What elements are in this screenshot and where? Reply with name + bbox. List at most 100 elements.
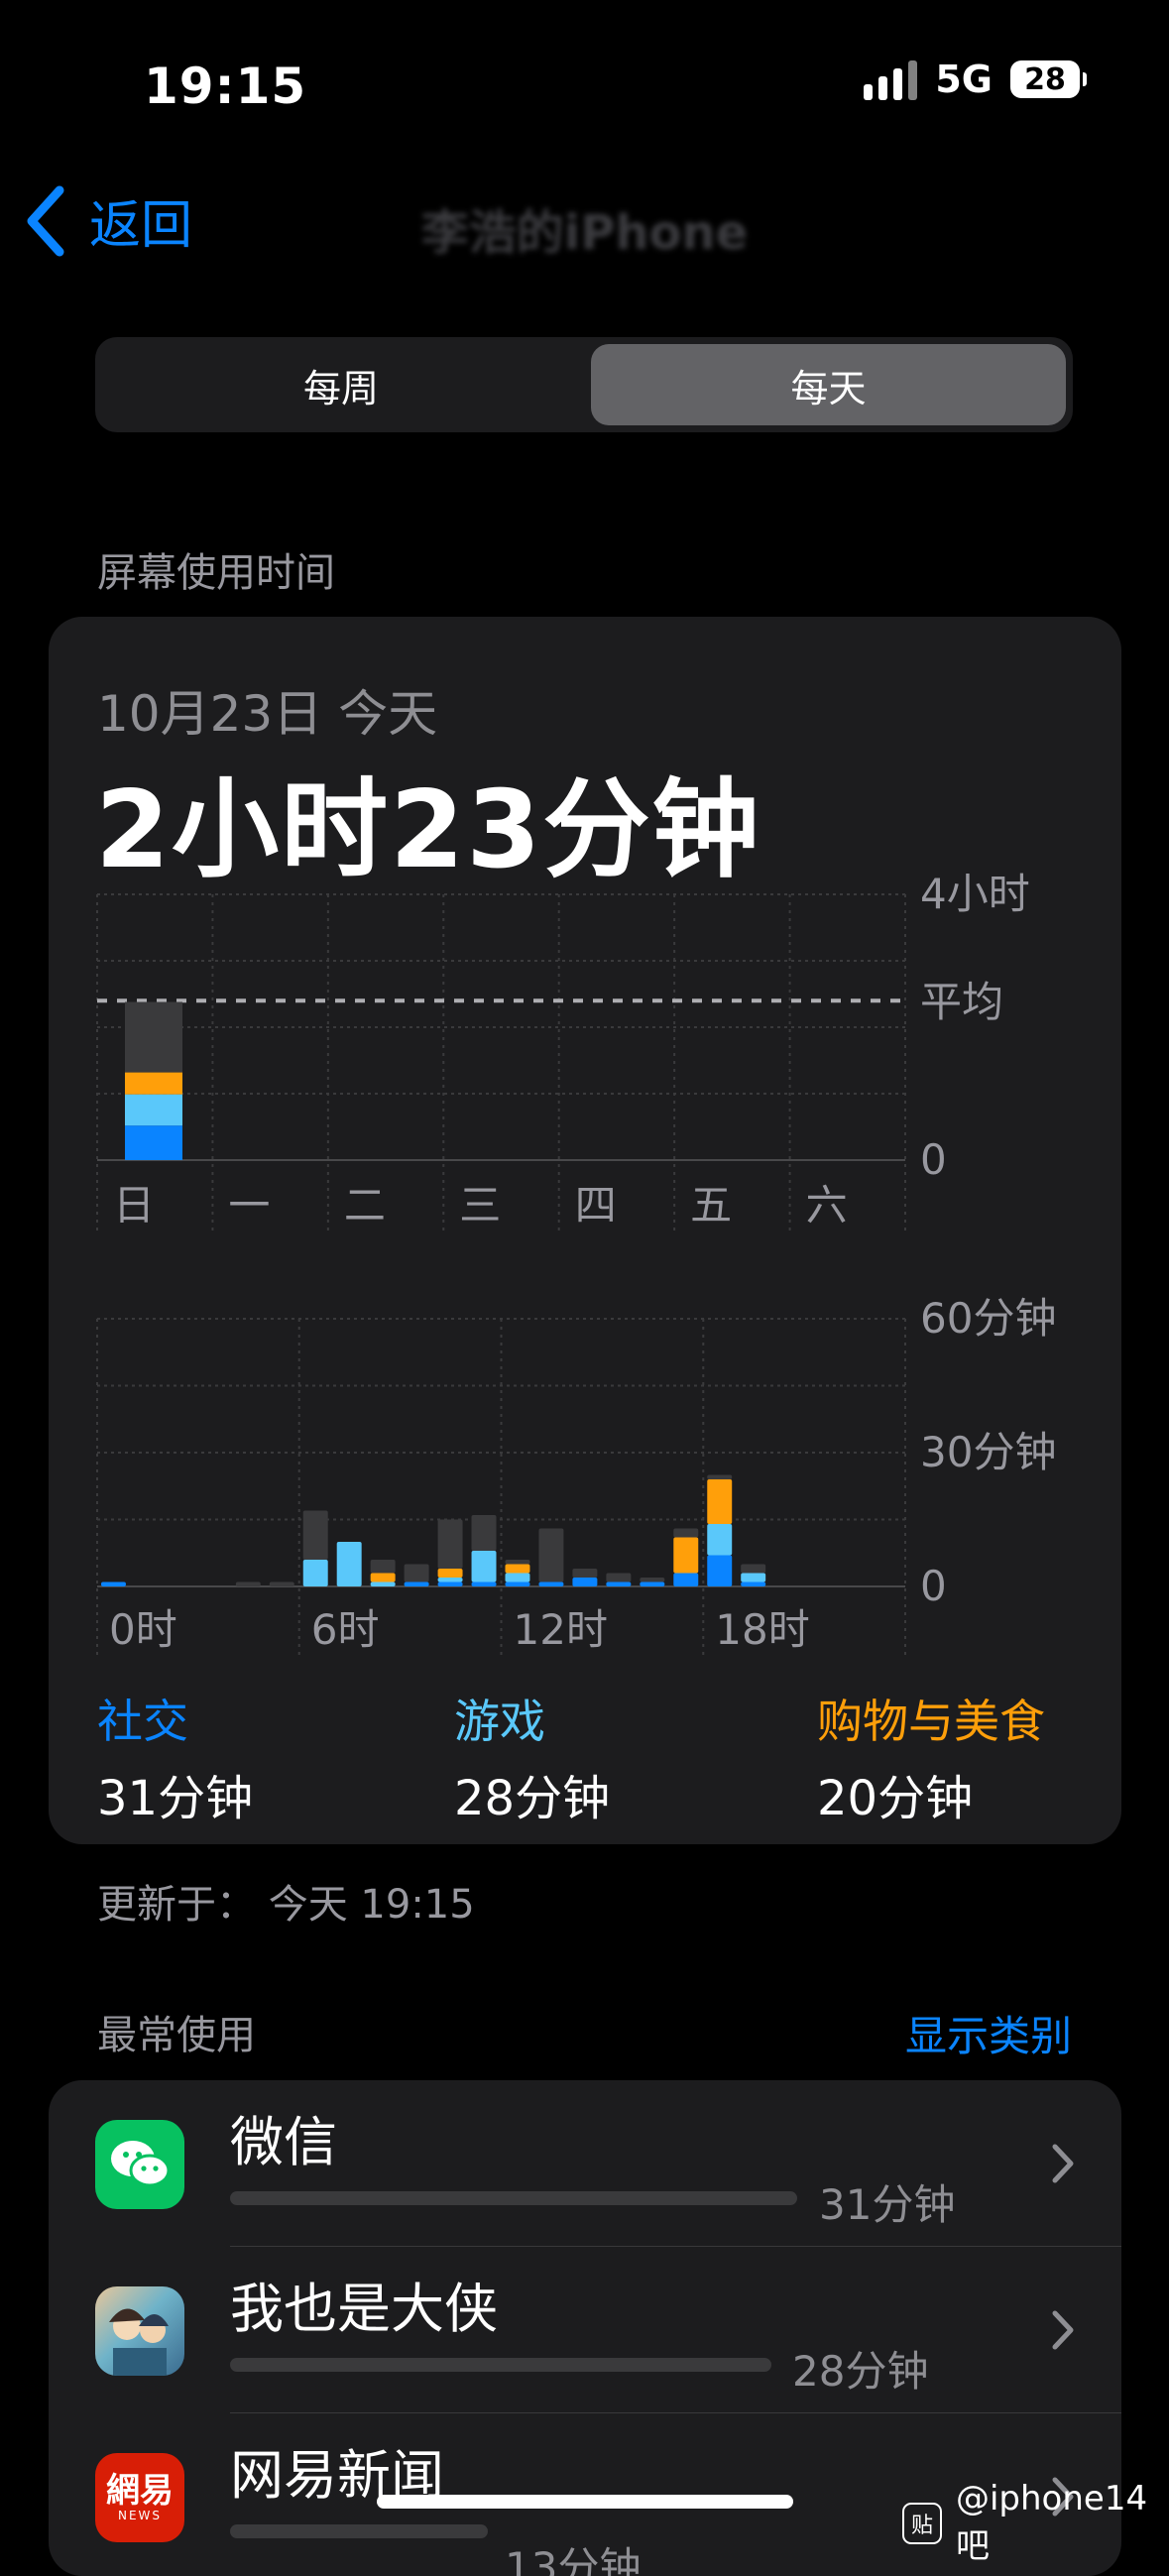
hourly-chart-bars xyxy=(101,1474,766,1586)
legend-shopping-category: 购物与美食 xyxy=(817,1695,1045,1748)
legend-social: 社交 31分钟 xyxy=(97,1686,253,1828)
day-label: 五 xyxy=(690,1181,732,1229)
legend-social-value: 31分钟 xyxy=(97,1771,254,1826)
legend-social-category: 社交 xyxy=(97,1695,188,1748)
bar-segment xyxy=(437,1578,463,1582)
y-axis-label: 0 xyxy=(920,1562,947,1610)
bar-segment xyxy=(437,1519,463,1569)
legend-shopping-value: 20分钟 xyxy=(817,1771,974,1826)
hour-label: 12时 xyxy=(514,1605,608,1654)
bar-segment xyxy=(572,1578,598,1586)
bar-segment xyxy=(741,1564,766,1574)
y-axis-label: 0 xyxy=(920,1135,947,1184)
netease-icon-text: 網易 xyxy=(106,2471,174,2511)
bar-segment xyxy=(707,1555,733,1586)
bar-segment xyxy=(538,1528,564,1582)
bar-segment xyxy=(606,1581,632,1586)
bar-segment xyxy=(741,1581,766,1586)
bar-segment xyxy=(125,1125,182,1160)
wechat-icon xyxy=(95,2120,184,2209)
bar-segment xyxy=(572,1569,598,1578)
bar-segment xyxy=(606,1573,632,1582)
chevron-right-icon xyxy=(1052,2144,1074,2183)
tieba-icon: 贴 xyxy=(902,2502,942,2544)
bar-segment xyxy=(538,1581,564,1586)
bar-segment xyxy=(404,1581,429,1586)
bar-segment xyxy=(370,1581,396,1586)
bar-segment xyxy=(336,1542,362,1586)
chevron-right-icon xyxy=(1052,2310,1074,2350)
bar-segment xyxy=(370,1560,396,1574)
bar-segment xyxy=(640,1578,665,1582)
bar-segment xyxy=(404,1564,429,1582)
bar-segment xyxy=(673,1573,699,1586)
app-usage-time: 28分钟 xyxy=(792,2347,929,2396)
usage-bar xyxy=(230,2358,771,2372)
day-label: 四 xyxy=(575,1181,617,1229)
watermark-text: @iphone14吧 xyxy=(955,2479,1148,2566)
bar-segment xyxy=(437,1581,463,1586)
bar-segment xyxy=(673,1537,699,1574)
y-axis-label: 60分钟 xyxy=(920,1294,1056,1343)
y-axis-label: 30分钟 xyxy=(920,1428,1056,1476)
app-name: 微信 xyxy=(230,2111,337,2173)
y-axis-label: 4小时 xyxy=(920,870,1030,918)
home-indicator[interactable] xyxy=(377,2495,793,2509)
bar-segment xyxy=(707,1474,733,1479)
bar-segment xyxy=(269,1581,294,1586)
bar-segment xyxy=(505,1573,530,1582)
bar-segment xyxy=(505,1564,530,1574)
show-categories-button[interactable]: 显示类别 xyxy=(905,2003,1072,2063)
bar-segment xyxy=(471,1551,497,1582)
usage-bar xyxy=(230,2191,797,2205)
bar-segment xyxy=(741,1573,766,1582)
app-name: 我也是大侠 xyxy=(230,2278,498,2340)
y-axis-label: 平均 xyxy=(920,978,1003,1026)
weekly-chart-bars xyxy=(125,1001,182,1160)
bar-segment xyxy=(471,1581,497,1586)
bar-segment xyxy=(640,1581,665,1586)
hourly-usage-chart: 0时 6时 12时 18时 60分钟 30分钟 0 xyxy=(96,1294,1056,1656)
day-label: 一 xyxy=(228,1181,270,1229)
bar-segment xyxy=(505,1560,530,1565)
netease-news-icon: 網易 NEWS xyxy=(95,2453,184,2542)
day-label: 三 xyxy=(459,1181,501,1229)
weekly-chart-labels: 日 一 二 三 四 五 六 4小时平均 0 xyxy=(113,870,1030,1229)
hourly-chart-labels: 0时 6时 12时 18时 60分钟 30分钟 0 xyxy=(109,1294,1056,1654)
bar-segment xyxy=(370,1573,396,1582)
bar-segment xyxy=(235,1581,261,1586)
hour-label: 6时 xyxy=(311,1605,380,1654)
app-row-woyeshidaxia[interactable]: 我也是大侠 28分钟 xyxy=(49,2247,1121,2413)
game-app-icon xyxy=(95,2286,184,2376)
bar-segment xyxy=(505,1581,530,1586)
app-row-wechat[interactable]: 微信 31分钟 xyxy=(49,2080,1121,2247)
hour-label: 18时 xyxy=(715,1605,809,1654)
day-label: 六 xyxy=(806,1181,848,1229)
bar-segment xyxy=(125,1072,182,1095)
watermark: 贴 @iphone14吧 xyxy=(902,2479,1169,2567)
most-used-label: 最常使用 xyxy=(97,2013,256,2058)
bar-segment xyxy=(125,1094,182,1126)
netease-icon-sub: NEWS xyxy=(117,2509,163,2522)
bar-segment xyxy=(302,1510,328,1560)
bar-segment xyxy=(125,1001,182,1073)
day-label: 二 xyxy=(344,1181,386,1229)
bar-segment xyxy=(673,1528,699,1538)
bar-segment xyxy=(707,1524,733,1556)
legend-games-category: 游戏 xyxy=(454,1695,545,1748)
legend-games-value: 28分钟 xyxy=(454,1771,611,1826)
app-usage-time: 13分钟 xyxy=(505,2543,642,2576)
bar-segment xyxy=(707,1479,733,1524)
hour-label: 0时 xyxy=(109,1605,177,1654)
weekly-usage-chart: 日 一 二 三 四 五 六 4小时平均 0 xyxy=(96,870,1030,1231)
legend-shopping: 购物与美食 20分钟 xyxy=(817,1686,1045,1828)
weekly-chart-grid xyxy=(96,893,906,1231)
bar-segment xyxy=(437,1569,463,1578)
legend-games: 游戏 28分钟 xyxy=(454,1686,610,1828)
app-usage-time: 31分钟 xyxy=(819,2180,956,2229)
updated-timestamp: 更新于： 今天 19:15 xyxy=(97,1882,475,1928)
day-label: 日 xyxy=(113,1181,155,1229)
bar-segment xyxy=(471,1515,497,1551)
bar-segment xyxy=(101,1581,126,1586)
bar-segment xyxy=(302,1560,328,1586)
